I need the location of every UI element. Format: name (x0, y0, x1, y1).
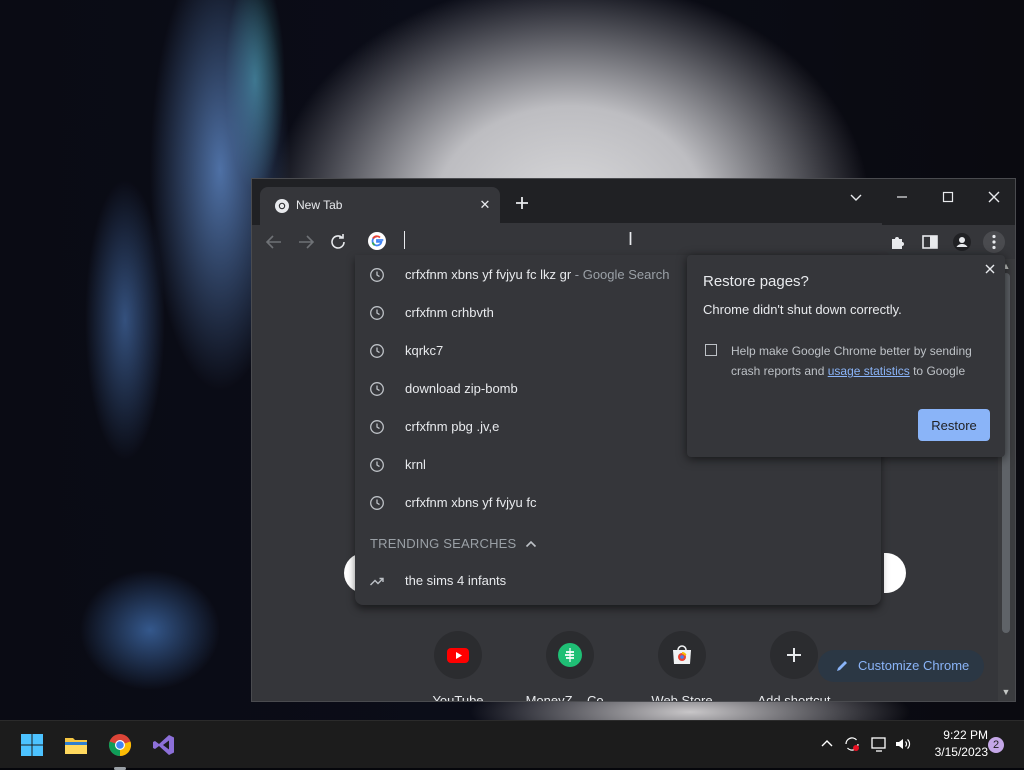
history-clock-icon (370, 344, 384, 358)
shortcut-tile (658, 631, 706, 679)
chrome-favicon-icon (275, 199, 289, 213)
text-caret (404, 231, 405, 249)
shortcut-web-store[interactable]: Web Store (626, 631, 738, 702)
chevron-up-icon[interactable] (523, 536, 539, 552)
new-tab-plus-icon[interactable] (512, 193, 532, 213)
shortcut-youtube[interactable]: YouTube (402, 631, 514, 702)
visual-studio-icon (153, 735, 174, 755)
address-bar[interactable]: I (356, 223, 882, 259)
suggestion-text: kqrkc7 (405, 343, 444, 358)
shortcut-label: MoneyZ – Co... (525, 693, 615, 702)
history-clock-icon (370, 458, 384, 472)
chrome-menu-kebab-icon[interactable] (982, 230, 1006, 254)
file-explorer-button[interactable] (58, 727, 94, 763)
history-clock-icon (370, 268, 384, 282)
chrome-icon (108, 734, 132, 757)
usage-statistics-link[interactable]: usage statistics (828, 364, 910, 378)
restore-pages-dialog: Restore pages? Chrome didn't shut down c… (687, 255, 1005, 457)
shortcut-tile (546, 631, 594, 679)
history-clock-icon (370, 382, 384, 396)
trending-text: the sims 4 infants (405, 573, 507, 588)
suggestion-text: download zip-bomb (405, 381, 518, 396)
extensions-puzzle-icon[interactable] (886, 230, 910, 254)
moneyz-icon (558, 643, 582, 667)
suggestion-text-line: crfxfnm xbns yf fvjyu fc lkz gr - Google… (405, 267, 669, 282)
minimize-icon[interactable] (890, 185, 914, 209)
side-panel-icon[interactable] (918, 230, 942, 254)
restore-button[interactable]: Restore (918, 409, 990, 441)
volume-icon[interactable] (894, 735, 912, 753)
close-icon[interactable] (982, 261, 998, 277)
shortcut-label: Add shortcut (757, 693, 831, 702)
toolbar: I (252, 223, 1015, 259)
taskbar: 9:22 PM 3/15/2023 2 (0, 720, 1024, 770)
shortcut-tile (770, 631, 818, 679)
suggestion-text: crfxfnm crhbvth (405, 305, 494, 320)
tab-title: New Tab (296, 198, 343, 212)
history-clock-icon (370, 496, 384, 510)
taskbar-time[interactable]: 9:22 PM (920, 728, 988, 742)
dialog-title: Restore pages? (703, 273, 809, 290)
taskbar-date[interactable]: 3/15/2023 (920, 745, 988, 759)
crash-report-checkbox[interactable] (705, 344, 717, 356)
sync-status-icon[interactable] (843, 735, 861, 753)
tab-search-chevron-icon[interactable] (844, 185, 868, 209)
network-icon[interactable] (870, 735, 888, 753)
trending-item[interactable]: the sims 4 infants (355, 562, 881, 600)
notification-badge[interactable]: 2 (988, 737, 1004, 753)
suggestion-text: crfxfnm xbns yf fvjyu fc (405, 495, 537, 510)
close-window-icon[interactable] (982, 185, 1006, 209)
customize-chrome-label: Customize Chrome (858, 658, 970, 673)
suggestion-suffix: - Google Search (571, 267, 670, 282)
visual-studio-button[interactable] (146, 727, 182, 763)
history-clock-icon (370, 420, 384, 434)
pencil-icon (837, 661, 847, 671)
ntp-search-box-edge-right[interactable] (884, 553, 906, 593)
checkbox-text-after: to Google (909, 364, 966, 378)
trending-arrow-icon (370, 577, 384, 586)
chrome-taskbar-button[interactable] (102, 727, 138, 770)
suggestion-text: krnl (405, 457, 426, 472)
forward-arrow-icon[interactable] (294, 230, 318, 254)
back-arrow-icon[interactable] (262, 230, 286, 254)
customize-chrome-button[interactable]: Customize Chrome (818, 650, 984, 682)
reload-icon[interactable] (326, 230, 350, 254)
suggestion-item[interactable]: crfxfnm xbns yf fvjyu fc (355, 484, 881, 522)
maximize-icon[interactable] (936, 185, 960, 209)
web-store-icon (673, 645, 691, 664)
dialog-message: Chrome didn't shut down correctly. (703, 302, 902, 317)
tab-strip: New Tab ✕ (252, 179, 1015, 225)
shortcut-label: Web Store (651, 693, 713, 702)
windows-start-icon (21, 734, 43, 756)
show-hidden-icons-chevron-icon[interactable] (818, 735, 836, 753)
suggestion-text: crfxfnm xbns yf fvjyu fc lkz gr (405, 267, 572, 282)
plus-icon (787, 648, 801, 662)
trending-searches-header: TRENDING SEARCHES (370, 536, 517, 551)
google-logo-icon (368, 232, 386, 250)
suggestion-text: crfxfnm pbg .jv,e (405, 419, 500, 434)
start-button[interactable] (14, 727, 50, 763)
tab-new-tab[interactable]: New Tab ✕ (260, 187, 500, 225)
file-explorer-icon (65, 738, 87, 754)
profile-avatar-icon[interactable] (950, 230, 974, 254)
shortcut-moneyz[interactable]: MoneyZ – Co... (514, 631, 626, 702)
shortcut-tile (434, 631, 482, 679)
checkbox-label: Help make Google Chrome better by sendin… (731, 341, 993, 381)
youtube-icon (447, 648, 469, 663)
mouse-ibeam-cursor-icon: I (628, 229, 634, 249)
history-clock-icon (370, 306, 384, 320)
scroll-down-arrow-icon[interactable]: ▼ (1001, 687, 1011, 697)
shortcut-label: YouTube (432, 693, 484, 702)
tab-close-icon[interactable]: ✕ (476, 196, 494, 214)
